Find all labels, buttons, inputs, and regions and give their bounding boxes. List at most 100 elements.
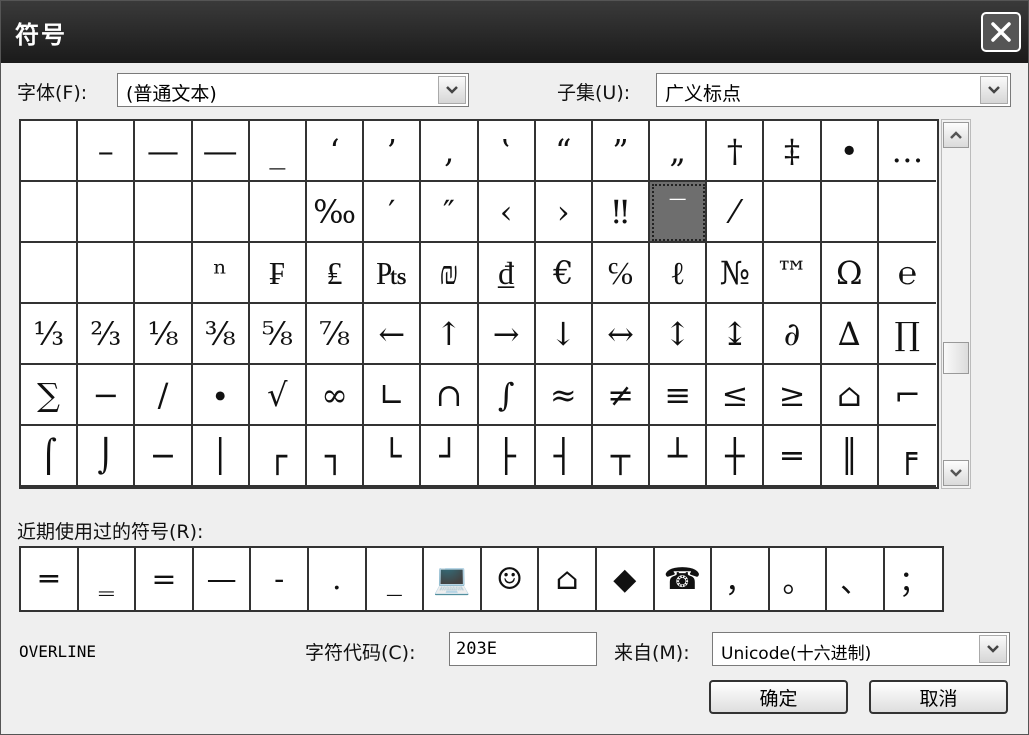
recent-symbol-cell[interactable]: 💻 <box>424 548 482 610</box>
symbol-cell[interactable]: ↑ <box>421 304 479 365</box>
symbol-cell[interactable]: ∏ <box>878 304 936 365</box>
symbol-cell[interactable]: → <box>478 304 536 365</box>
symbol-cell[interactable]: № <box>707 243 765 304</box>
symbol-cell[interactable]: ‰ <box>306 182 365 243</box>
from-dropdown-button[interactable] <box>979 635 1007 663</box>
symbol-cell[interactable]: € <box>535 243 593 304</box>
symbol-cell[interactable]: ↕ <box>650 304 708 365</box>
symbol-cell[interactable]: − <box>78 365 136 426</box>
symbol-cell[interactable]: › <box>535 182 593 243</box>
symbol-cell[interactable] <box>192 182 250 243</box>
symbol-cell[interactable] <box>21 182 79 243</box>
symbol-cell[interactable]: ═ <box>764 426 822 487</box>
symbol-cell[interactable]: _ <box>249 121 307 182</box>
symbol-cell[interactable]: └ <box>364 426 422 487</box>
recent-symbol-cell[interactable]: ═ <box>21 548 79 610</box>
ok-button[interactable]: 确定 <box>709 680 848 714</box>
subset-select[interactable]: 广义标点 <box>656 73 1011 107</box>
symbol-cell[interactable]: ≠ <box>592 365 651 426</box>
symbol-cell[interactable] <box>21 121 79 182</box>
symbol-cell[interactable]: ℓ <box>650 243 708 304</box>
char-code-input[interactable]: 203E <box>449 632 597 666</box>
symbol-cell[interactable]: ↔ <box>592 304 651 365</box>
recent-symbol-cell[interactable]: ⌂ <box>539 548 597 610</box>
symbol-cell[interactable]: ⅞ <box>306 304 365 365</box>
symbol-cell[interactable]: ∟ <box>364 365 422 426</box>
symbol-cell[interactable]: ┘ <box>421 426 479 487</box>
symbol-cell[interactable]: ∙ <box>192 365 250 426</box>
symbol-cell[interactable]: ─ <box>135 426 193 487</box>
symbol-cell[interactable]: ≈ <box>535 365 593 426</box>
symbol-cell[interactable] <box>764 182 822 243</box>
recent-symbol-cell[interactable]: ☎ <box>655 548 713 610</box>
symbol-cell[interactable]: ∞ <box>306 365 365 426</box>
symbol-cell[interactable] <box>78 182 136 243</box>
symbol-cell[interactable]: ™ <box>764 243 822 304</box>
close-button[interactable] <box>981 12 1021 52</box>
symbol-cell[interactable]: ║ <box>821 426 879 487</box>
symbol-cell[interactable]: │ <box>192 426 250 487</box>
symbol-cell[interactable]: ‡ <box>764 121 822 182</box>
symbol-cell[interactable]: ₫ <box>478 243 536 304</box>
symbol-cell[interactable] <box>21 243 79 304</box>
symbol-cell[interactable]: ₣ <box>249 243 307 304</box>
symbol-cell[interactable]: ┤ <box>535 426 593 487</box>
symbol-cell[interactable]: ― <box>192 121 250 182</box>
symbol-cell[interactable]: ‹ <box>478 182 536 243</box>
symbol-cell[interactable]: ∑ <box>21 365 79 426</box>
font-select[interactable]: (普通文本) <box>117 73 469 107</box>
recent-symbol-cell[interactable]: = <box>136 548 194 610</box>
symbol-cell[interactable]: ″ <box>421 182 479 243</box>
symbol-cell[interactable]: √ <box>249 365 307 426</box>
symbol-cell[interactable]: † <box>707 121 765 182</box>
symbol-cell[interactable]: ₪ <box>421 243 479 304</box>
symbol-cell[interactable]: ⌡ <box>78 426 136 487</box>
symbol-cell[interactable]: ≡ <box>650 365 708 426</box>
symbol-cell[interactable]: Ω <box>821 243 879 304</box>
symbol-cell[interactable]: ‼ <box>592 182 651 243</box>
symbol-cell[interactable]: ↓ <box>535 304 593 365</box>
recent-symbol-cell[interactable]: 、 <box>827 548 885 610</box>
symbol-cell[interactable] <box>135 182 193 243</box>
recent-symbol-cell[interactable]: ☺ <box>482 548 540 610</box>
symbol-cell[interactable]: ⅛ <box>135 304 193 365</box>
symbol-cell[interactable]: ∩ <box>421 365 479 426</box>
symbol-cell[interactable]: ∆ <box>821 304 879 365</box>
symbol-cell[interactable]: – <box>78 121 136 182</box>
symbol-cell[interactable]: ⌠ <box>21 426 79 487</box>
symbol-cell[interactable]: • <box>821 121 879 182</box>
recent-symbol-cell[interactable]: - <box>251 548 309 610</box>
scroll-down-button[interactable] <box>943 460 969 486</box>
recent-symbol-cell[interactable]: ； <box>885 548 943 610</box>
symbol-grid-scrollbar[interactable] <box>941 119 971 489</box>
symbol-cell[interactable] <box>878 182 936 243</box>
symbol-cell[interactable]: … <box>878 121 936 182</box>
symbol-cell[interactable]: ≤ <box>707 365 765 426</box>
symbol-cell[interactable]: ‚ <box>421 121 479 182</box>
symbol-cell[interactable]: — <box>135 121 193 182</box>
symbol-cell[interactable]: ┼ <box>707 426 765 487</box>
symbol-cell[interactable]: ╒ <box>878 426 936 487</box>
symbol-cell[interactable]: ₧ <box>364 243 422 304</box>
cancel-button[interactable]: 取消 <box>869 680 1008 714</box>
symbol-cell[interactable]: ‘ <box>306 121 365 182</box>
symbol-cell[interactable]: ⌂ <box>821 365 879 426</box>
symbol-cell[interactable]: ┌ <box>249 426 307 487</box>
font-dropdown-button[interactable] <box>438 76 466 104</box>
symbol-cell[interactable]: ℅ <box>592 243 651 304</box>
symbol-cell[interactable]: ⅔ <box>78 304 136 365</box>
symbol-cell[interactable]: ↨ <box>707 304 765 365</box>
symbol-cell[interactable]: „ <box>650 121 708 182</box>
symbol-cell[interactable]: ⅝ <box>249 304 307 365</box>
title-bar[interactable]: 符号 <box>1 1 1028 63</box>
symbol-cell[interactable]: ├ <box>478 426 536 487</box>
scroll-thumb[interactable] <box>943 342 969 374</box>
symbol-cell[interactable]: ⌐ <box>878 365 936 426</box>
symbol-cell[interactable]: ⁿ <box>192 243 250 304</box>
recent-symbol-cell[interactable]: _ <box>367 548 425 610</box>
recent-symbol-cell[interactable]: ， <box>712 548 770 610</box>
symbol-cell[interactable]: ⅓ <box>21 304 79 365</box>
symbol-cell[interactable]: ┬ <box>592 426 651 487</box>
symbol-cell[interactable]: ∂ <box>764 304 822 365</box>
symbol-cell[interactable]: ℮ <box>878 243 936 304</box>
